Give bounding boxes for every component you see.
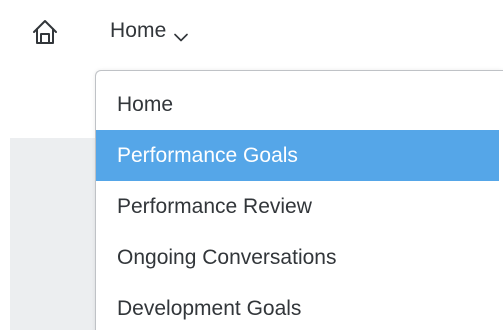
menu-item-performance-review[interactable]: Performance Review: [96, 181, 503, 232]
menu-item-label: Ongoing Conversations: [117, 245, 337, 269]
menu-item-performance-goals[interactable]: Performance Goals: [96, 130, 499, 181]
navigation-menu-label: Home: [110, 19, 167, 42]
menu-item-home[interactable]: Home: [96, 79, 503, 130]
navigation-menu-button[interactable]: Home: [110, 16, 189, 46]
navigation-dropdown-menu: Home Performance Goals Performance Revie…: [95, 70, 503, 330]
page: Home Home Performance Goals Performance …: [0, 0, 503, 330]
menu-item-label: Home: [117, 92, 174, 116]
menu-item-label: Performance Review: [117, 194, 312, 218]
menu-item-ongoing-conversations[interactable]: Ongoing Conversations: [96, 232, 503, 283]
menu-item-development-goals[interactable]: Development Goals: [96, 283, 503, 330]
chevron-down-icon: [174, 29, 189, 41]
home-icon[interactable]: [31, 18, 59, 46]
menu-item-label: Performance Goals: [117, 143, 298, 167]
menu-item-label: Development Goals: [117, 296, 302, 320]
top-navigation-bar: Home: [0, 0, 503, 62]
